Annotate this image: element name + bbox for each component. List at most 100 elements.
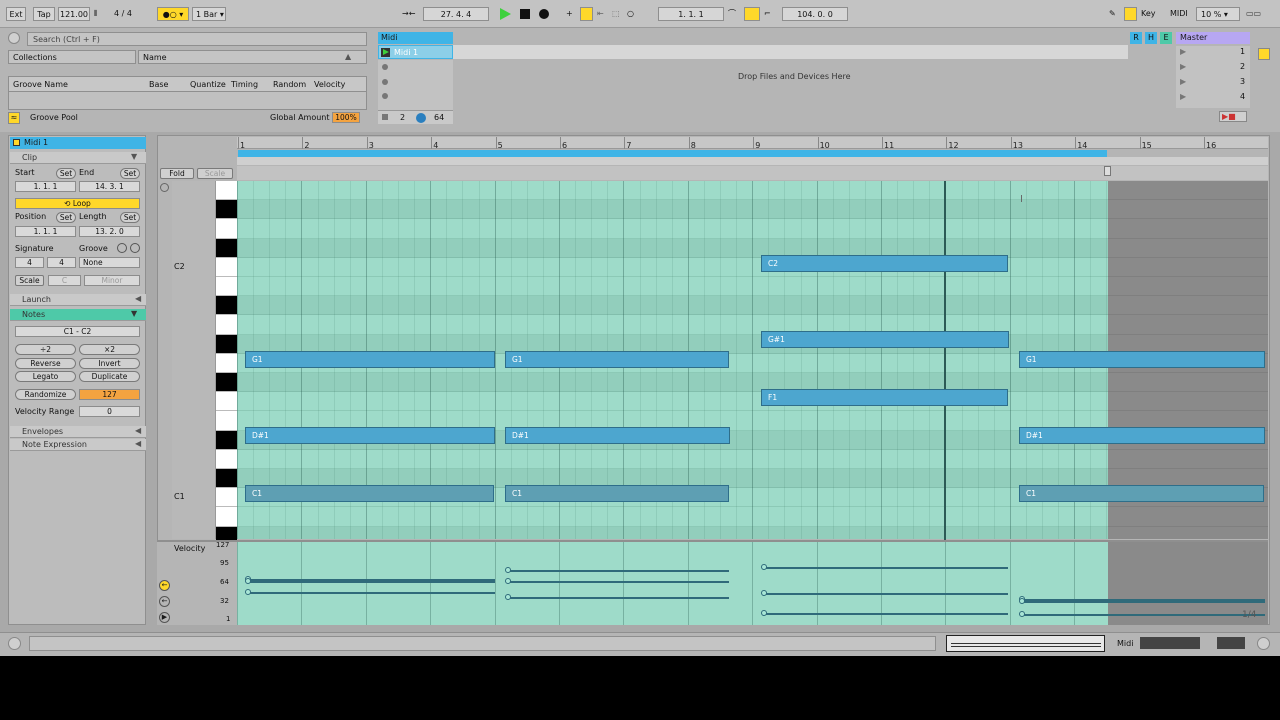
note-expression-section-header[interactable]: Note Expression [10, 439, 146, 451]
white-key[interactable] [216, 181, 237, 201]
play-icon[interactable] [500, 8, 511, 20]
scene-launch-icon[interactable]: ▶ [1180, 77, 1186, 86]
collections-header[interactable]: Collections [8, 50, 136, 64]
groove-pool-icon[interactable]: ≈ [8, 112, 20, 124]
master-stop-buttons[interactable]: ▶■ [1219, 111, 1247, 122]
start-field[interactable]: 1. 1. 1 [15, 181, 76, 192]
start-set-button[interactable]: Set [56, 168, 76, 179]
black-key[interactable] [216, 334, 237, 354]
signature-denominator[interactable]: 4 [47, 257, 76, 268]
velocity-handle[interactable] [1019, 598, 1025, 604]
midi-track-header[interactable]: Midi [378, 32, 453, 44]
velocity-handle[interactable] [505, 567, 511, 573]
velocity-handle[interactable] [245, 578, 251, 584]
velocity-handle[interactable] [761, 610, 767, 616]
groove-selector[interactable]: None [79, 257, 140, 268]
velocity-handle[interactable] [761, 590, 767, 596]
black-key[interactable] [216, 430, 237, 450]
notes-section-header[interactable]: Notes [10, 309, 146, 321]
white-key[interactable] [216, 219, 237, 239]
note-expression-expand-icon[interactable]: ◀ [135, 439, 141, 448]
clip-activator-icon[interactable] [13, 139, 20, 146]
ext-sync-button[interactable]: Ext [6, 7, 26, 21]
position-field[interactable]: 1. 1. 1 [15, 226, 76, 237]
empty-slot-stop-icon[interactable] [382, 79, 388, 85]
metronome-button[interactable]: ●○ ▾ [157, 7, 189, 21]
white-key[interactable] [216, 411, 237, 431]
clip-section-collapse-icon[interactable]: ▼ [131, 152, 137, 161]
white-key[interactable] [216, 277, 237, 297]
detail-view-toggle-icon[interactable] [1257, 637, 1270, 650]
end-marker-icon[interactable] [1104, 166, 1111, 176]
white-key[interactable] [216, 353, 237, 373]
sort-icon[interactable]: ▲ [345, 52, 351, 61]
loop-button[interactable]: ⟲ Loop [15, 198, 140, 209]
white-key[interactable] [216, 449, 237, 469]
master-track-header[interactable]: Master [1176, 32, 1250, 44]
groove-hot-swap-icon[interactable] [117, 243, 127, 253]
end-field[interactable]: 14. 3. 1 [79, 181, 140, 192]
midi-note[interactable]: G#1 [761, 331, 1009, 348]
draw-mode-icon[interactable]: ✎ [1109, 7, 1121, 21]
envelopes-expand-icon[interactable]: ◀ [135, 426, 141, 435]
clip-section-header[interactable]: Clip [10, 152, 146, 164]
velocity-handle[interactable] [761, 564, 767, 570]
double-tempo-button[interactable]: ×2 [79, 344, 140, 355]
tap-tempo-button[interactable]: Tap [33, 7, 55, 21]
length-field[interactable]: 13. 2. 0 [79, 226, 140, 237]
halve-tempo-button[interactable]: ÷2 [15, 344, 76, 355]
clip-title-bar[interactable]: Midi 1 [10, 137, 146, 149]
reenable-automation-icon[interactable]: ⇤ [597, 7, 607, 21]
lane-expand-icon[interactable]: ← [159, 580, 170, 591]
stop-all-icon[interactable] [382, 114, 388, 120]
velocity-handle[interactable] [505, 594, 511, 600]
lane-collapse-icon[interactable]: ← [159, 596, 170, 607]
empty-slot-stop-icon[interactable] [382, 64, 388, 70]
midi-note[interactable]: D#1 [245, 427, 495, 444]
stop-clips-icon[interactable]: ▶■ [1222, 112, 1236, 121]
midi-note[interactable]: D#1 [505, 427, 730, 444]
midi-map-button[interactable]: MIDI [1170, 7, 1190, 21]
volume-knob-icon[interactable] [416, 113, 426, 123]
white-key[interactable] [216, 392, 237, 412]
name-column-header[interactable]: Name ▲ [138, 50, 367, 64]
session-record-icon[interactable]: ○ [627, 7, 637, 21]
groove-commit-icon[interactable] [130, 243, 140, 253]
velocity-handle[interactable] [505, 578, 511, 584]
marker-lane[interactable] [237, 157, 1268, 165]
white-key[interactable] [216, 507, 237, 527]
info-view-toggle-icon[interactable] [8, 637, 21, 650]
midi-note[interactable]: C2 [761, 255, 1008, 272]
white-key[interactable] [216, 315, 237, 335]
velocity-handle[interactable] [1019, 611, 1025, 617]
preview-switch-icon[interactable] [160, 183, 169, 192]
length-set-button[interactable]: Set [120, 212, 140, 223]
signature-numerator[interactable]: 4 [15, 257, 44, 268]
reverse-button[interactable]: Reverse [15, 358, 76, 369]
clip-slot-midi-1[interactable]: Midi 1 [378, 45, 453, 59]
black-key[interactable] [216, 296, 237, 316]
computer-midi-keyboard-icon[interactable] [1124, 7, 1137, 21]
midi-note[interactable]: G1 [505, 351, 729, 368]
black-key[interactable] [216, 469, 237, 489]
white-key[interactable] [216, 257, 237, 277]
launch-section-header[interactable]: Launch [10, 294, 146, 306]
quantize-menu[interactable]: 1 Bar ▾ [192, 7, 226, 21]
arrangement-position-field[interactable]: 27. 4. 4 [423, 7, 489, 21]
scale-root-selector[interactable]: C [48, 275, 81, 286]
midi-note[interactable]: D#1 [1019, 427, 1265, 444]
punch-in-icon[interactable]: ⌒ [728, 7, 742, 21]
launch-expand-icon[interactable]: ◀ [135, 294, 141, 303]
mixer-toggle-icon[interactable] [1258, 48, 1270, 60]
black-key[interactable] [216, 238, 237, 258]
fold-button[interactable]: Fold [160, 168, 194, 179]
randomize-amount-field[interactable]: 127 [79, 389, 140, 400]
search-input[interactable]: Search (Ctrl + F) [27, 32, 367, 46]
randomize-button[interactable]: Randomize [15, 389, 76, 400]
midi-note[interactable]: C1 [1019, 485, 1264, 502]
scene-launch-icon[interactable]: ▶ [1180, 62, 1186, 71]
scale-button[interactable]: Scale [197, 168, 233, 179]
black-key[interactable] [216, 373, 237, 393]
scale-mode-selector[interactable]: Minor [84, 275, 140, 286]
return-r-header[interactable]: R [1130, 32, 1142, 44]
